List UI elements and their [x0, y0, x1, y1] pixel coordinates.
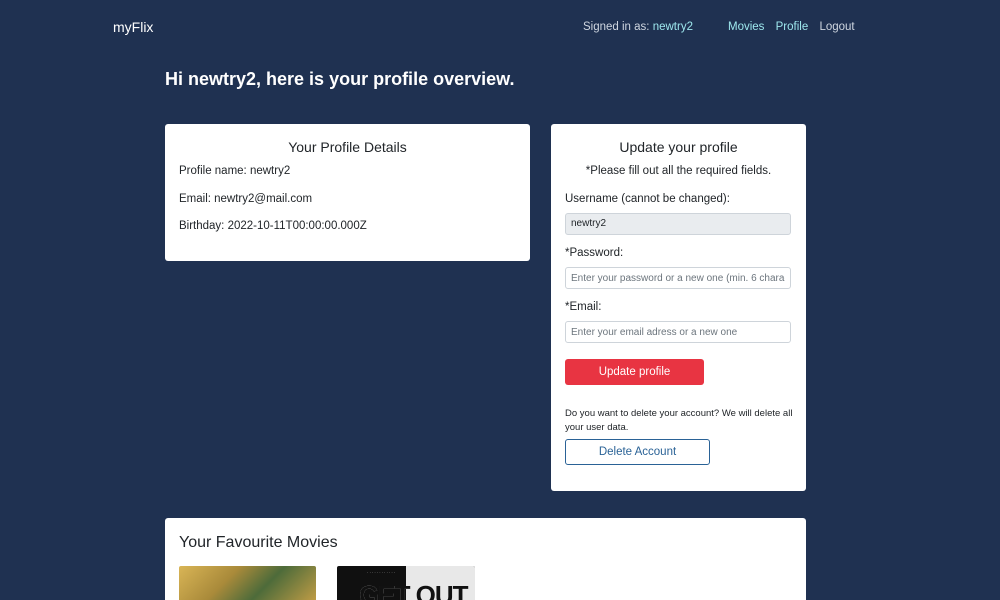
signed-in-status: Signed in as: newtry2 [583, 21, 693, 33]
navbar: myFlix Signed in as: newtry2 Movies Prof… [0, 0, 1000, 56]
nav-link-profile[interactable]: Profile [776, 21, 809, 33]
signed-in-username: newtry2 [652, 21, 693, 33]
nav-link-movies[interactable]: Movies [728, 21, 764, 33]
profile-details-card: Your Profile Details Profile name: newtr… [165, 124, 530, 261]
poster-title-text-inverted: GET OUT [359, 580, 469, 600]
nav-link-logout[interactable]: Logout [819, 21, 854, 33]
update-profile-card: Update your profile *Please fill out all… [551, 124, 806, 491]
email-label: *Email: [565, 301, 602, 313]
nav-links: Movies Profile Logout [728, 21, 855, 33]
required-fields-note: *Please fill out all the required fields… [585, 165, 772, 177]
email-field[interactable] [565, 321, 791, 343]
profile-email-line: Email: newtry2@mail.com [179, 193, 313, 205]
movie-poster[interactable]: · · · · · · · · · · · · GET OUT GET OUT [337, 566, 475, 600]
page-greeting: Hi newtry2, here is your profile overvie… [165, 69, 515, 89]
username-field: newtry2 [565, 213, 791, 235]
poster-credits-decoration: · · · · · · · · · · · · [367, 570, 396, 575]
profile-birthday-line: Birthday: 2022-10-11T00:00:00.000Z [179, 220, 367, 232]
delete-account-note: Do you want to delete your account? We w… [565, 408, 793, 433]
profile-details-title: Your Profile Details [288, 139, 407, 155]
favourite-movies-title: Your Favourite Movies [179, 534, 338, 551]
poster-light-half: GET OUT [359, 566, 475, 600]
delete-account-button[interactable]: Delete Account [565, 439, 710, 465]
password-label: *Password: [565, 247, 624, 259]
update-profile-button[interactable]: Update profile [565, 359, 704, 385]
brand-logo[interactable]: myFlix [113, 19, 153, 35]
password-field[interactable] [565, 267, 791, 289]
update-profile-title: Update your profile [619, 139, 738, 155]
signed-in-prefix: Signed in as: [583, 21, 650, 33]
movie-poster[interactable] [179, 566, 316, 600]
username-label: Username (cannot be changed): [565, 193, 730, 205]
profile-name-line: Profile name: newtry2 [179, 165, 291, 177]
favourite-movies-card: Your Favourite Movies · · · · · · · · · … [165, 518, 806, 600]
